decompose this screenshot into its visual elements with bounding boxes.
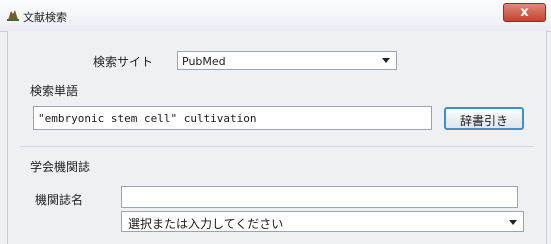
journal-select-placeholder: 選択または入力してください bbox=[128, 217, 284, 231]
title-bar: 文献検索 x bbox=[0, 0, 551, 32]
window-title: 文献検索 bbox=[23, 11, 67, 24]
close-button[interactable]: x bbox=[503, 3, 546, 22]
dictionary-lookup-label: 辞書引き bbox=[459, 114, 508, 128]
journal-select[interactable]: 選択または入力してください bbox=[121, 211, 524, 232]
search-site-value: PubMed bbox=[182, 55, 226, 68]
search-site-label: 検索サイト bbox=[93, 55, 154, 69]
search-site-select[interactable]: PubMed bbox=[177, 51, 397, 70]
dialog-body: 検索サイト PubMed 検索単語 "embryonic stem cell" … bbox=[7, 31, 547, 244]
search-dialog-window: 文献検索 x 検索サイト PubMed 検索単語 "embryonic stem… bbox=[0, 0, 551, 244]
search-term-value: "embryonic stem cell" cultivation bbox=[38, 112, 257, 125]
chevron-down-icon bbox=[382, 58, 390, 63]
journal-name-input[interactable] bbox=[121, 186, 518, 208]
search-term-input[interactable]: "embryonic stem cell" cultivation bbox=[33, 106, 432, 130]
close-icon: x bbox=[520, 5, 529, 20]
journal-section-label: 学会機関誌 bbox=[30, 160, 91, 174]
journal-name-label: 機関誌名 bbox=[35, 193, 84, 207]
section-divider bbox=[20, 146, 534, 147]
search-term-label: 検索単語 bbox=[30, 84, 79, 98]
app-icon bbox=[7, 10, 19, 21]
dictionary-lookup-button[interactable]: 辞書引き bbox=[444, 107, 524, 130]
chevron-down-icon bbox=[509, 220, 517, 225]
